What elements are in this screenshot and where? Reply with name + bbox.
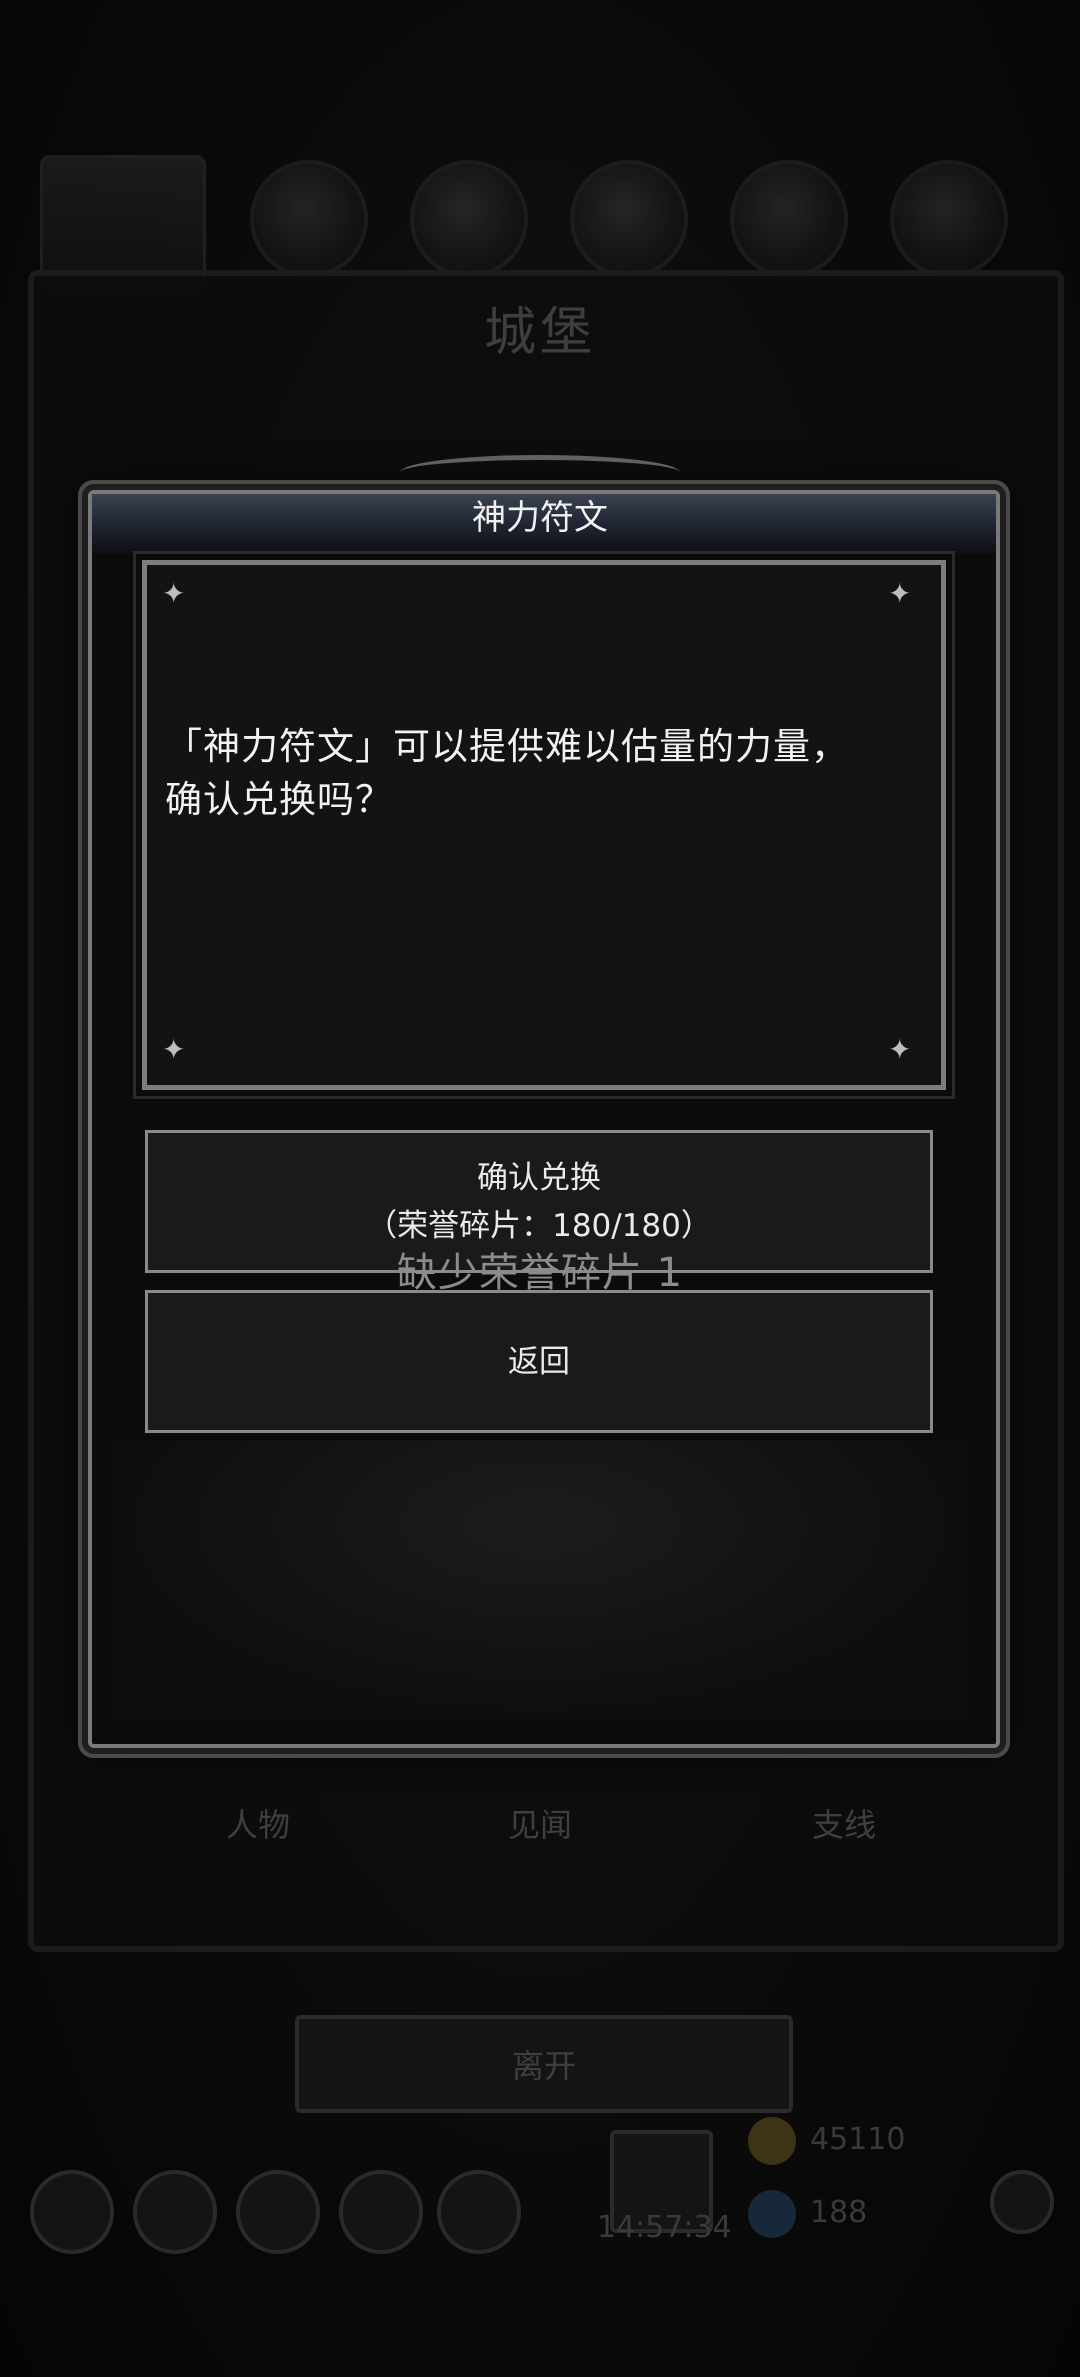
settings-round-icon (990, 2170, 1054, 2234)
back-button[interactable]: 返回 (145, 1290, 933, 1433)
castle-title: 城堡 (483, 303, 596, 363)
gold-amount: 45110 (810, 2122, 906, 2157)
confirm-exchange-button[interactable]: 确认兑换 （荣誉碎片：180/180） (145, 1130, 933, 1273)
gem-icon (748, 2190, 796, 2238)
bottom-bar: 14:57:34 (0, 2120, 1080, 2377)
menu-round-icon-2 (133, 2170, 217, 2254)
tab-sidequests: 支线 (811, 1806, 876, 1844)
tab-stories: 见闻 (507, 1806, 572, 1844)
clock-text: 14:57:34 (597, 2210, 732, 2245)
gem-amount: 188 (810, 2195, 868, 2230)
back-label: 返回 (508, 1343, 570, 1380)
confirm-cost: （荣誉碎片：180/180） (366, 1207, 712, 1244)
corner-star-icon: ✦ (888, 577, 912, 610)
corner-star-icon: ✦ (162, 577, 186, 610)
message-line: 确认兑换吗？ (165, 778, 393, 821)
top-icon-row (0, 150, 1080, 291)
menu-round-icon-3 (236, 2170, 320, 2254)
menu-round-icon-1 (30, 2170, 114, 2254)
corner-star-icon: ✦ (162, 1033, 186, 1066)
menu-round-icon-5 (437, 2170, 521, 2254)
message-line: 「神力符文」可以提供难以估量的力量， (165, 725, 849, 768)
weapon-orb-icon (890, 160, 1008, 278)
item-orb-icon (410, 160, 528, 278)
castle-tabs: 人物 见闻 支线 (0, 1800, 1080, 1860)
dialog-title: 神力符文 (472, 498, 608, 538)
dialog-message: 「神力符文」可以提供难以估量的力量， 确认兑换吗？ (165, 720, 925, 826)
header-ornament (400, 455, 680, 490)
skill-orb-icon (730, 160, 848, 278)
confirm-label: 确认兑换 (477, 1159, 601, 1196)
leave-button: 离开 (295, 2015, 793, 2113)
corner-star-icon: ✦ (888, 1033, 912, 1066)
book-orb-icon (570, 160, 688, 278)
tab-characters: 人物 (225, 1806, 290, 1844)
gold-coin-icon (748, 2117, 796, 2165)
menu-round-icon-4 (339, 2170, 423, 2254)
hero-orb-icon (250, 160, 368, 278)
dialog-lower-area (112, 1440, 968, 1720)
